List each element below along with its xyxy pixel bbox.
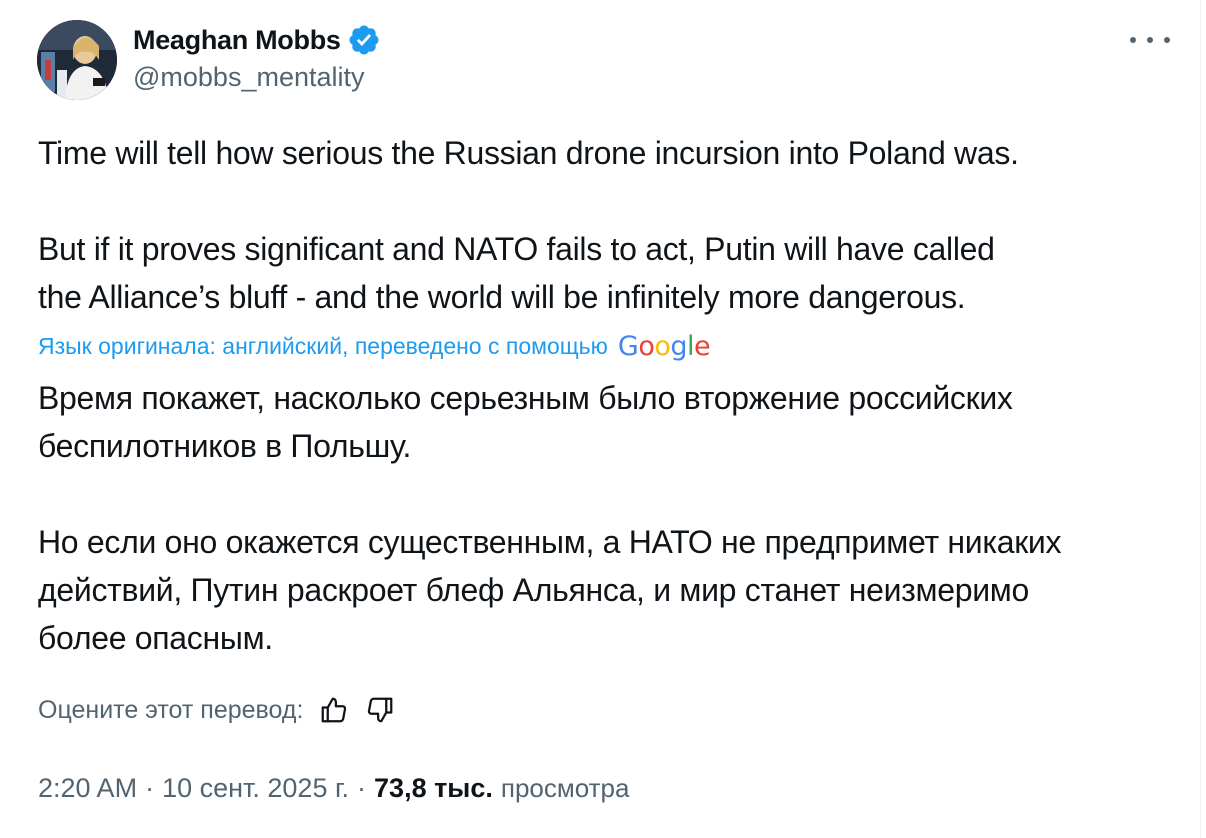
author-handle[interactable]: @mobbs_mentality	[133, 62, 365, 93]
tweet-meta-row: 2:20 AM · 10 сент. 2025 г. · 73,8 тыс. п…	[38, 768, 629, 808]
more-options-icon[interactable]	[1130, 28, 1170, 52]
author-name-row: Meaghan Mobbs	[133, 24, 381, 56]
rate-translation-label: Оцените этот перевод:	[38, 695, 304, 724]
google-logo: Google	[617, 330, 711, 362]
author-display-name[interactable]: Meaghan Mobbs	[133, 25, 341, 56]
avatar[interactable]	[37, 20, 117, 100]
meta-separator: ·	[145, 772, 155, 803]
original-text-line: But if it proves significant and NATO fa…	[38, 231, 995, 267]
thumbs-down-icon[interactable]	[365, 695, 395, 725]
tweet-date[interactable]: 10 сент. 2025 г.	[162, 773, 349, 804]
views-count[interactable]: 73,8 тыс.	[374, 773, 493, 804]
translation-note: Язык оригинала: английский, переведено с…	[38, 328, 711, 364]
more-dot	[1164, 37, 1170, 43]
translated-text-line: Время покажет, насколько серьезным было …	[38, 380, 1013, 416]
original-text-line: Time will tell how serious the Russian d…	[38, 135, 1019, 171]
google-logo-letter: g	[670, 330, 688, 362]
translated-text-line: Но если оно окажется существенным, а НАТ…	[38, 524, 1062, 560]
meta-separator: ·	[357, 772, 367, 803]
avatar-photo	[37, 20, 117, 100]
original-text-line: the Alliance’s bluff - and the world wil…	[38, 279, 966, 315]
thumbs-up-icon[interactable]	[319, 695, 349, 725]
google-logo-letter: o	[638, 330, 655, 362]
translated-text-line: действий, Путин раскроет блеф Альянса, и…	[38, 572, 1029, 608]
views-label: просмотра	[500, 772, 630, 803]
tweet-card: Meaghan Mobbs @mobbs_mentality Time will…	[0, 0, 1201, 838]
more-dot	[1147, 37, 1153, 43]
translated-text-line: более опасным.	[38, 620, 273, 656]
verified-badge-icon	[347, 23, 381, 57]
translation-note-text[interactable]: Язык оригинала: английский, переведено с…	[38, 333, 608, 360]
google-logo-letter: G	[617, 330, 639, 362]
translated-text-line: беспилотников в Польшу.	[38, 428, 412, 464]
rate-translation-row: Оцените этот перевод:	[38, 690, 395, 730]
tweet-time[interactable]: 2:20 AM	[38, 773, 137, 804]
more-dot	[1130, 37, 1136, 43]
google-logo-letter: o	[654, 330, 671, 362]
google-logo-letter: e	[694, 330, 711, 362]
google-logo-letter: l	[687, 330, 695, 362]
